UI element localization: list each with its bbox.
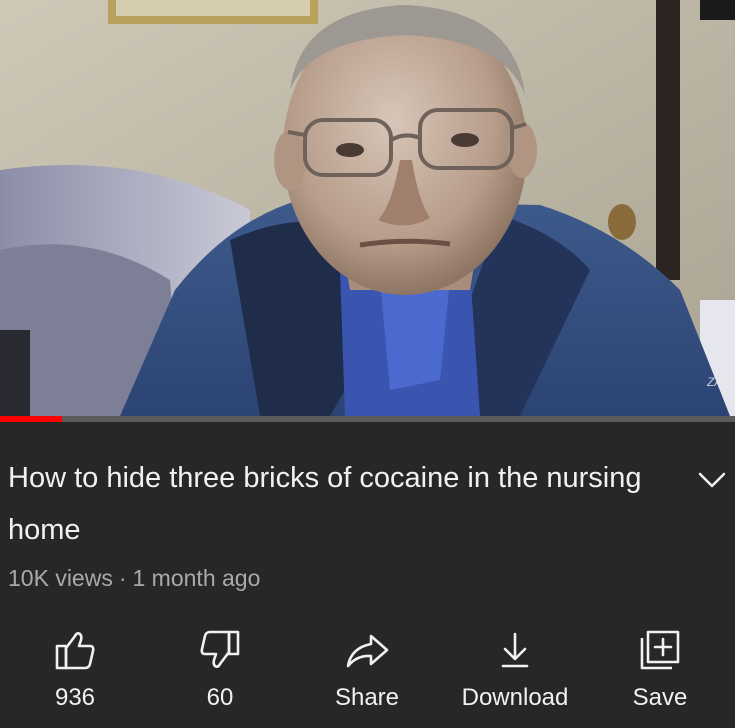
thumbs-up-icon [55, 632, 95, 670]
video-watch-page: ZAR How to hide three bricks of cocaine … [0, 0, 735, 728]
action-bar: 936 60 Share Download Save [0, 620, 735, 728]
video-player[interactable]: ZAR [0, 0, 735, 416]
video-metadata: 10K views · 1 month ago [8, 565, 260, 592]
meta-separator: · [118, 565, 127, 591]
dislike-count: 60 [206, 684, 234, 711]
video-title: How to hide three bricks of cocaine in t… [8, 462, 642, 546]
share-button[interactable]: Share [302, 620, 432, 720]
progress-bar-fill [0, 416, 63, 422]
expand-description-button[interactable] [692, 460, 732, 500]
thumbs-down-icon [200, 630, 240, 668]
view-count: 10K views [8, 565, 113, 591]
dislike-button[interactable]: 60 [155, 620, 285, 720]
chevron-down-icon [698, 472, 726, 488]
share-arrow-icon [346, 634, 389, 668]
progress-bar[interactable] [0, 416, 735, 422]
download-arrow-icon [501, 632, 529, 668]
like-count: 936 [54, 684, 96, 711]
video-frame-image: ZAR [0, 0, 735, 416]
playlist-add-icon [640, 630, 680, 670]
download-button[interactable]: Download [450, 620, 580, 720]
upload-age: 1 month ago [132, 565, 261, 591]
share-label: Share [334, 684, 400, 711]
video-watermark: ZAR [706, 375, 731, 389]
like-button[interactable]: 936 [10, 620, 140, 720]
download-label: Download [461, 684, 569, 711]
save-label: Save [632, 684, 688, 711]
save-button[interactable]: Save [595, 620, 725, 720]
